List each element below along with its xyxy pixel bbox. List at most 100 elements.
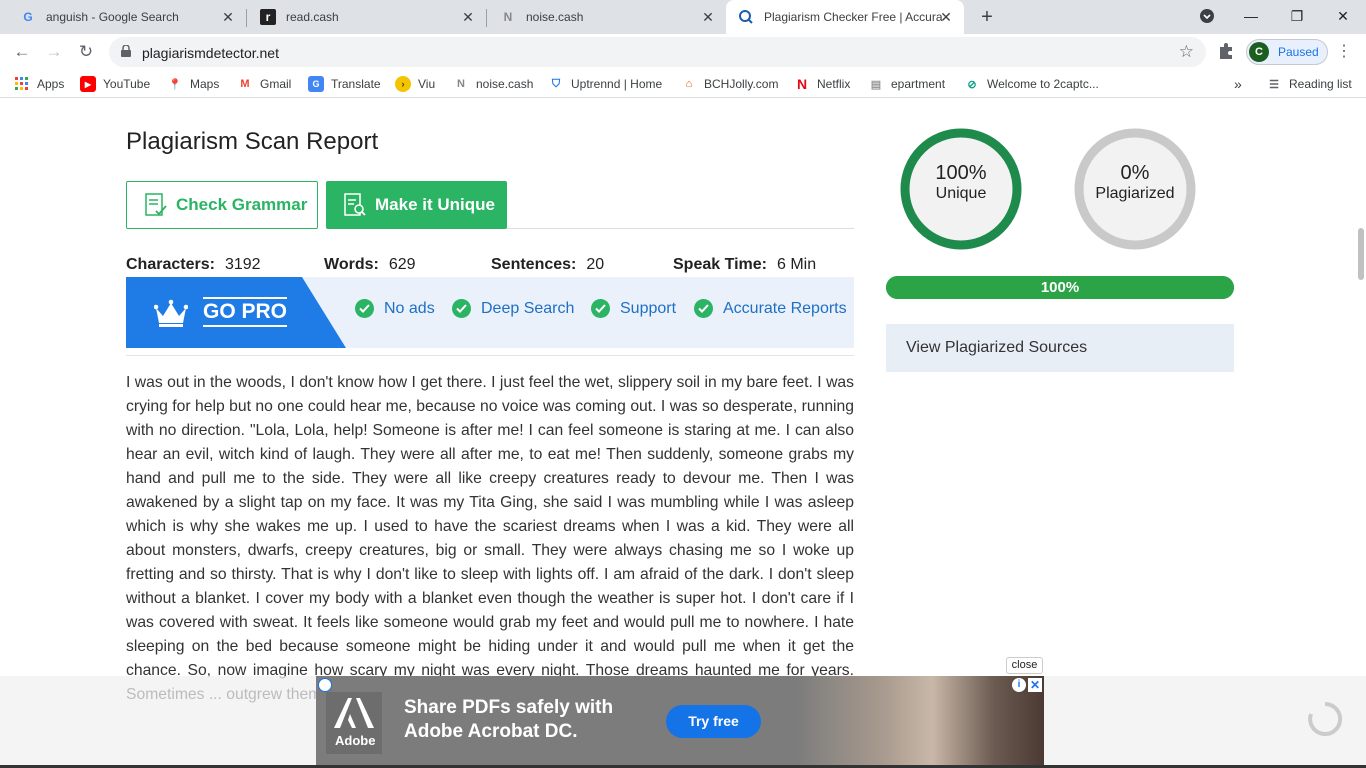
check-icon (452, 299, 471, 318)
2captcha-icon: ⊘ (967, 78, 977, 91)
ad-headline: Share PDFs safely with Adobe Acrobat DC. (404, 697, 614, 742)
tab-google-search[interactable]: G anguish - Google Search ✕ (8, 0, 246, 34)
bookmark-viu[interactable]: › Viu (395, 75, 435, 93)
bookmark-apps[interactable]: Apps (14, 75, 64, 93)
bookmark-youtube[interactable]: ▶ YouTube (80, 75, 150, 93)
bookmark-uptrennd[interactable]: ⛉ Uptrennd | Home (548, 75, 662, 93)
bookmark-label: epartment (891, 77, 946, 91)
profile-status: Paused (1278, 45, 1319, 59)
tab-read-cash[interactable]: r read.cash ✕ (248, 0, 486, 34)
divider (126, 355, 854, 356)
close-icon[interactable]: ✕ (700, 9, 716, 25)
plagiarized-gauge: 0% Plagiarized (1074, 128, 1196, 250)
browser-toolbar: ← → ↻ plagiarismdetector.net ☆ C Paused … (0, 34, 1366, 70)
doc-search-icon (344, 193, 366, 216)
tab-divider (246, 9, 247, 27)
stat-sentences: Sentences: 20 (491, 256, 604, 274)
bookmarks-overflow-button[interactable]: » (1234, 75, 1242, 93)
bookmark-maps[interactable]: 📍 Maps (167, 75, 219, 93)
bookmark-2captcha[interactable]: ⊘ Welcome to 2captc... (964, 75, 1099, 93)
close-icon[interactable]: ✕ (460, 9, 476, 25)
reading-list-button[interactable]: ☰ Reading list (1266, 75, 1352, 93)
stat-label: Sentences: (491, 256, 577, 273)
bookmark-label: Apps (37, 77, 65, 91)
stat-value: 3192 (224, 256, 261, 273)
go-pro-banner[interactable]: GO PRO No ads Deep Search Support Accura… (126, 277, 854, 348)
try-free-button[interactable]: Try free (666, 705, 761, 738)
feature-label: Support (620, 299, 677, 317)
bchjolly-icon: ⌂ (685, 78, 693, 90)
tab-plagiarism-checker[interactable]: Plagiarism Checker Free | Accurat ✕ (726, 0, 964, 34)
forward-button[interactable]: → (42, 40, 66, 64)
tab-title: read.cash (286, 10, 339, 24)
close-icon[interactable]: ✕ (938, 9, 954, 25)
progress-label: 100% (1040, 279, 1080, 296)
minimize-button[interactable]: — (1228, 0, 1274, 32)
ad-brand: Adobe (335, 733, 376, 748)
ad-choices-icon[interactable] (318, 678, 332, 692)
ad-photo (796, 676, 1044, 768)
scrollbar-thumb[interactable] (1358, 228, 1364, 280)
tab-noise-cash[interactable]: N noise.cash ✕ (488, 0, 726, 34)
divider (507, 228, 854, 229)
noise-cash-icon: N (457, 78, 465, 90)
tab-title: Plagiarism Checker Free | Accurat (764, 10, 942, 24)
maps-pin-icon: 📍 (168, 78, 182, 91)
more-menu-icon[interactable]: ⋮ (1334, 42, 1354, 62)
stat-words: Words: 629 (324, 256, 416, 274)
tab-search-icon[interactable] (1184, 0, 1230, 32)
bookmark-label: Uptrennd | Home (571, 77, 663, 91)
lock-icon (121, 45, 131, 57)
back-button[interactable]: ← (10, 40, 34, 64)
bookmark-epartment[interactable]: ▤ epartment (868, 75, 945, 93)
google-icon: G (23, 10, 33, 24)
bookmark-label: Welcome to 2captc... (987, 77, 1099, 91)
view-plagiarized-sources-button[interactable]: View Plagiarized Sources (886, 324, 1234, 372)
window-close-button[interactable]: ✕ (1320, 0, 1366, 32)
bookmark-label: BCHJolly.com (704, 77, 779, 91)
new-tab-button[interactable]: + (976, 6, 998, 28)
bookmark-netflix[interactable]: N Netflix (794, 75, 850, 93)
stat-label: Characters: (126, 256, 215, 273)
unique-percent: 100% (935, 162, 987, 184)
bookmark-translate[interactable]: G Translate (308, 75, 381, 93)
search-icon (738, 9, 754, 25)
bookmark-gmail[interactable]: M Gmail (237, 75, 291, 93)
extensions-puzzle-icon[interactable] (1216, 42, 1236, 62)
bookmark-noise-cash[interactable]: N noise.cash (453, 75, 533, 93)
adobe-ad-banner[interactable]: Adobe Share PDFs safely with Adobe Acrob… (316, 676, 1044, 768)
viu-icon: › (395, 76, 411, 92)
restore-button[interactable]: ❐ (1274, 0, 1320, 32)
noise-cash-icon: N (503, 10, 513, 24)
ad-close-icon[interactable]: ✕ (1028, 678, 1042, 692)
shield-icon: ⛉ (551, 77, 561, 90)
reload-button[interactable]: ↻ (74, 40, 98, 64)
page-content: Plagiarism Scan Report Check Grammar Mak… (0, 98, 1366, 768)
netflix-icon: N (796, 76, 808, 92)
bookmark-star-icon[interactable]: ☆ (1179, 42, 1194, 62)
scanned-text: I was out in the woods, I don't know how… (126, 374, 854, 703)
close-ad-button[interactable]: close (1006, 657, 1043, 674)
page-scrollbar[interactable] (1356, 98, 1366, 768)
avatar: C (1249, 42, 1269, 62)
check-grammar-label: Check Grammar (176, 195, 308, 214)
check-grammar-button[interactable]: Check Grammar (126, 181, 318, 229)
stat-label: Speak Time: (673, 256, 767, 273)
info-icon[interactable]: i (1012, 678, 1026, 692)
apps-grid-icon (14, 76, 30, 92)
stat-value: 6 Min (776, 256, 817, 273)
tab-strip: G anguish - Google Search ✕ r read.cash … (0, 0, 1366, 34)
page-title: Plagiarism Scan Report (126, 128, 379, 155)
crown-icon (154, 299, 188, 327)
address-bar[interactable]: plagiarismdetector.net ☆ (109, 37, 1206, 67)
profile-button[interactable]: C Paused (1246, 39, 1328, 65)
bookmark-bchjolly[interactable]: ⌂ BCHJolly.com (681, 75, 779, 93)
page-icon: ▤ (870, 78, 882, 91)
stat-characters: Characters: 3192 (126, 256, 261, 274)
bookmark-label: YouTube (103, 77, 151, 91)
feature-label: Accurate Reports (723, 299, 847, 317)
close-icon[interactable]: ✕ (220, 9, 236, 25)
go-pro-label[interactable]: GO PRO (203, 297, 288, 327)
reading-list-icon: ☰ (1269, 78, 1279, 91)
make-it-unique-button[interactable]: Make it Unique (326, 181, 507, 229)
